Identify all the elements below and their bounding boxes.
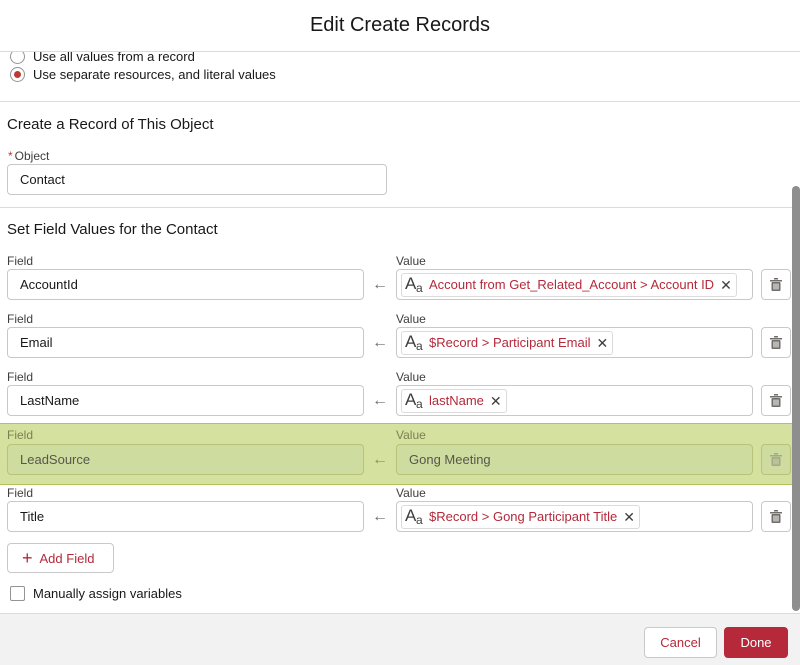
text-type-icon: Aa	[405, 505, 423, 527]
field-label: Field	[7, 312, 34, 326]
radio-label: Use separate resources, and literal valu…	[33, 67, 276, 82]
delete-row-button[interactable]	[761, 327, 791, 358]
remove-icon[interactable]: ✕	[720, 278, 732, 292]
trash-icon	[770, 394, 782, 407]
delete-row-button[interactable]	[761, 444, 791, 475]
pill-text: Account from Get_Related_Account > Accou…	[429, 277, 715, 292]
arrow-left-icon: ←	[372, 276, 388, 293]
add-field-button[interactable]: + Add Field	[7, 543, 114, 573]
radio-button[interactable]	[10, 52, 25, 64]
field-input-email[interactable]: Email	[7, 327, 364, 358]
edit-create-records-modal: Edit Create Records Use all values from …	[0, 0, 800, 665]
value-input-lastname[interactable]: Aa lastName ✕	[396, 385, 753, 416]
value-input-accountid[interactable]: Aa Account from Get_Related_Account > Ac…	[396, 269, 753, 300]
manual-assign-variables[interactable]: Manually assign variables	[10, 586, 182, 601]
field-label: Field	[7, 428, 34, 442]
remove-icon[interactable]: ✕	[623, 510, 635, 524]
resource-pill: Aa $Record > Participant Email ✕	[401, 330, 614, 355]
resource-pill: Aa Account from Get_Related_Account > Ac…	[401, 272, 737, 297]
modal-footer: Cancel Done	[0, 613, 800, 665]
value-label: Value	[396, 312, 426, 326]
object-label-text: Object	[14, 149, 50, 163]
delete-row-button[interactable]	[761, 385, 791, 416]
remove-icon[interactable]: ✕	[490, 394, 502, 408]
trash-icon	[770, 336, 782, 349]
text-type-icon: Aa	[405, 331, 423, 353]
value-input-leadsource[interactable]: Gong Meeting	[396, 444, 753, 475]
arrow-left-icon: ←	[372, 508, 388, 525]
modal-title: Edit Create Records	[309, 14, 491, 36]
cancel-button[interactable]: Cancel	[644, 627, 717, 658]
pill-text: lastName	[429, 393, 484, 408]
add-field-label: Add Field	[39, 550, 95, 566]
radio-use-all-values[interactable]: Use all values from a record	[10, 52, 195, 64]
field-input-lastname[interactable]: LastName	[7, 385, 364, 416]
checkbox-label: Manually assign variables	[33, 586, 182, 601]
section-title-object: Create a Record of This Object	[7, 116, 214, 133]
value-label: Value	[396, 428, 426, 442]
plus-icon: +	[22, 548, 33, 568]
arrow-left-icon: ←	[372, 392, 388, 409]
pill-text: $Record > Gong Participant Title	[429, 509, 618, 524]
modal-body: Use all values from a record Use separat…	[0, 52, 800, 613]
arrow-left-icon: ←	[372, 334, 388, 351]
trash-icon	[770, 453, 782, 466]
resource-pill: Aa $Record > Gong Participant Title ✕	[401, 504, 640, 529]
value-label: Value	[396, 254, 426, 268]
trash-icon	[770, 278, 782, 291]
done-button[interactable]: Done	[724, 627, 788, 658]
arrow-left-icon: ←	[372, 451, 388, 468]
field-label: Field	[7, 370, 34, 384]
divider	[0, 101, 800, 102]
object-field-label: * Object	[8, 149, 49, 163]
checkbox[interactable]	[10, 586, 25, 601]
divider	[0, 207, 800, 208]
remove-icon[interactable]: ✕	[597, 336, 609, 350]
field-input-accountid[interactable]: AccountId	[7, 269, 364, 300]
object-input[interactable]: Contact	[7, 164, 387, 195]
radio-use-separate-resources[interactable]: Use separate resources, and literal valu…	[10, 67, 276, 82]
delete-row-button[interactable]	[761, 269, 791, 300]
field-input-title[interactable]: Title	[7, 501, 364, 532]
value-label: Value	[396, 486, 426, 500]
radio-label: Use all values from a record	[33, 52, 195, 64]
resource-pill: Aa lastName ✕	[401, 388, 507, 413]
value-input-email[interactable]: Aa $Record > Participant Email ✕	[396, 327, 753, 358]
scrollbar[interactable]	[792, 186, 800, 611]
field-label: Field	[7, 254, 34, 268]
pill-text: $Record > Participant Email	[429, 335, 591, 350]
radio-button-selected[interactable]	[10, 67, 25, 82]
required-mark: *	[8, 149, 13, 163]
value-input-title[interactable]: Aa $Record > Gong Participant Title ✕	[396, 501, 753, 532]
highlighted-field-row: Field Value LeadSource ← Gong Meeting	[0, 423, 800, 485]
delete-row-button[interactable]	[761, 501, 791, 532]
field-label: Field	[7, 486, 34, 500]
trash-icon	[770, 510, 782, 523]
modal-header: Edit Create Records	[0, 0, 800, 52]
text-type-icon: Aa	[405, 389, 423, 411]
field-input-leadsource[interactable]: LeadSource	[7, 444, 364, 475]
value-label: Value	[396, 370, 426, 384]
text-type-icon: Aa	[405, 273, 423, 295]
section-title-fields: Set Field Values for the Contact	[7, 221, 218, 238]
